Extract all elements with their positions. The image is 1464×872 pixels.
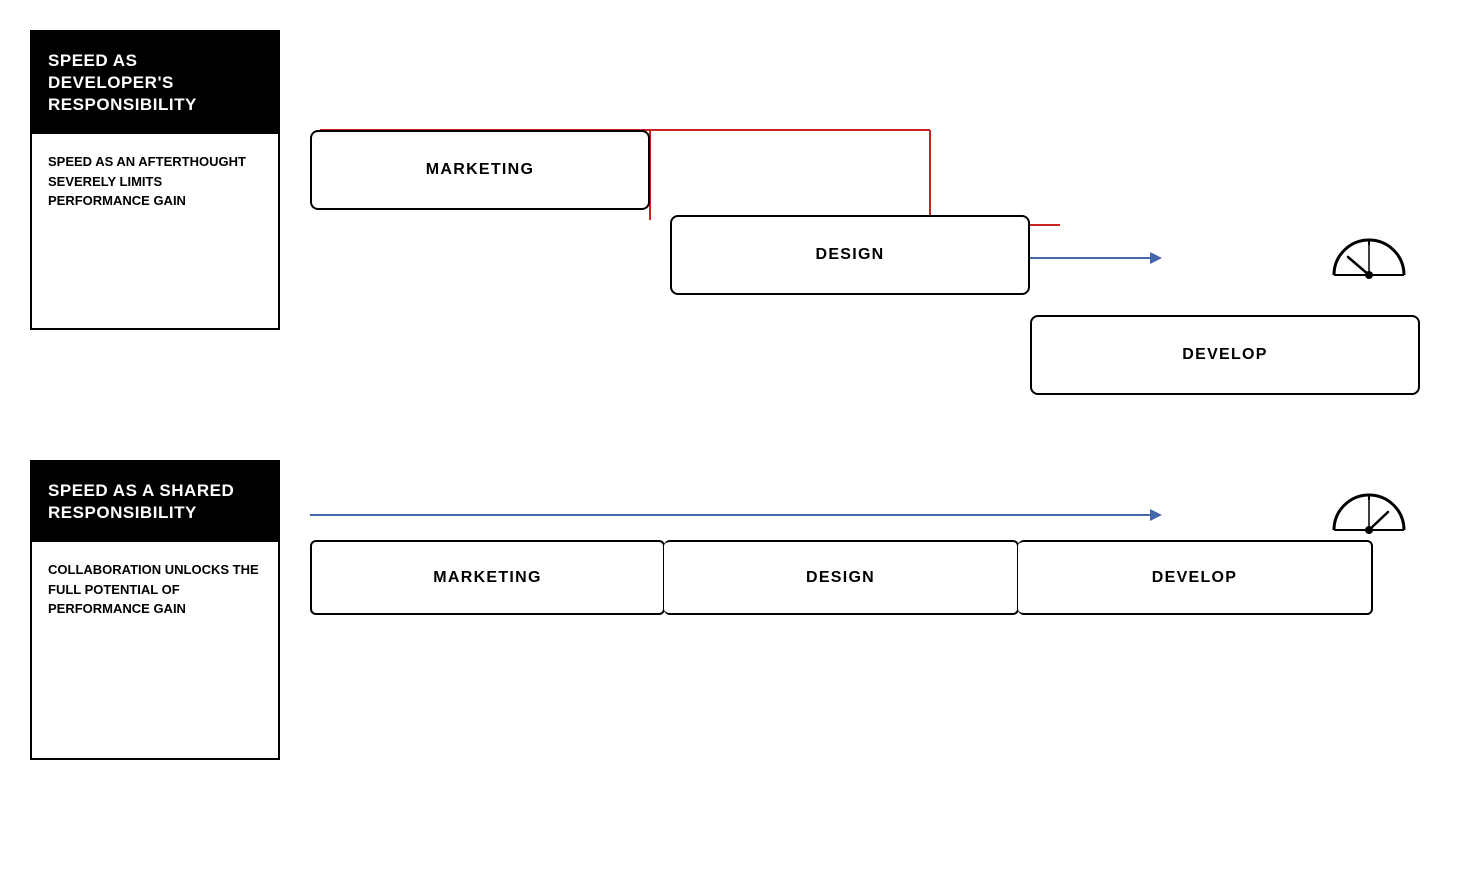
top-develop-box: DEVELOP [1030,315,1420,395]
top-label-card: SPEED AS DEVELOPER'S RESPONSIBILITY SPEE… [30,30,280,330]
top-marketing-box: MARKETING [310,130,650,210]
bottom-design-box: DESIGN [664,540,1019,615]
section-bottom: SPEED AS A SHARED RESPONSIBILITY COLLABO… [30,460,1434,760]
top-speedometer [1324,215,1414,295]
bottom-speedometer [1324,470,1414,550]
top-diagram-area: MARKETING DESIGN DEVELOP [310,30,1434,400]
bottom-marketing-box: MARKETING [310,540,665,615]
bottom-develop-box: DEVELOP [1018,540,1373,615]
bottom-label-card: SPEED AS A SHARED RESPONSIBILITY COLLABO… [30,460,280,760]
main-container: SPEED AS DEVELOPER'S RESPONSIBILITY SPEE… [0,0,1464,872]
bottom-diagram-area: MARKETING DESIGN DEVELOP [310,460,1434,710]
top-card-body: SPEED AS AN AFTERTHOUGHT SEVERELY LIMITS… [32,134,278,229]
bottom-card-header: SPEED AS A SHARED RESPONSIBILITY [32,462,278,542]
top-card-header: SPEED AS DEVELOPER'S RESPONSIBILITY [32,32,278,134]
top-design-box: DESIGN [670,215,1030,295]
section-top: SPEED AS DEVELOPER'S RESPONSIBILITY SPEE… [30,30,1434,400]
bottom-card-body: COLLABORATION UNLOCKS THE FULL POTENTIAL… [32,542,278,637]
